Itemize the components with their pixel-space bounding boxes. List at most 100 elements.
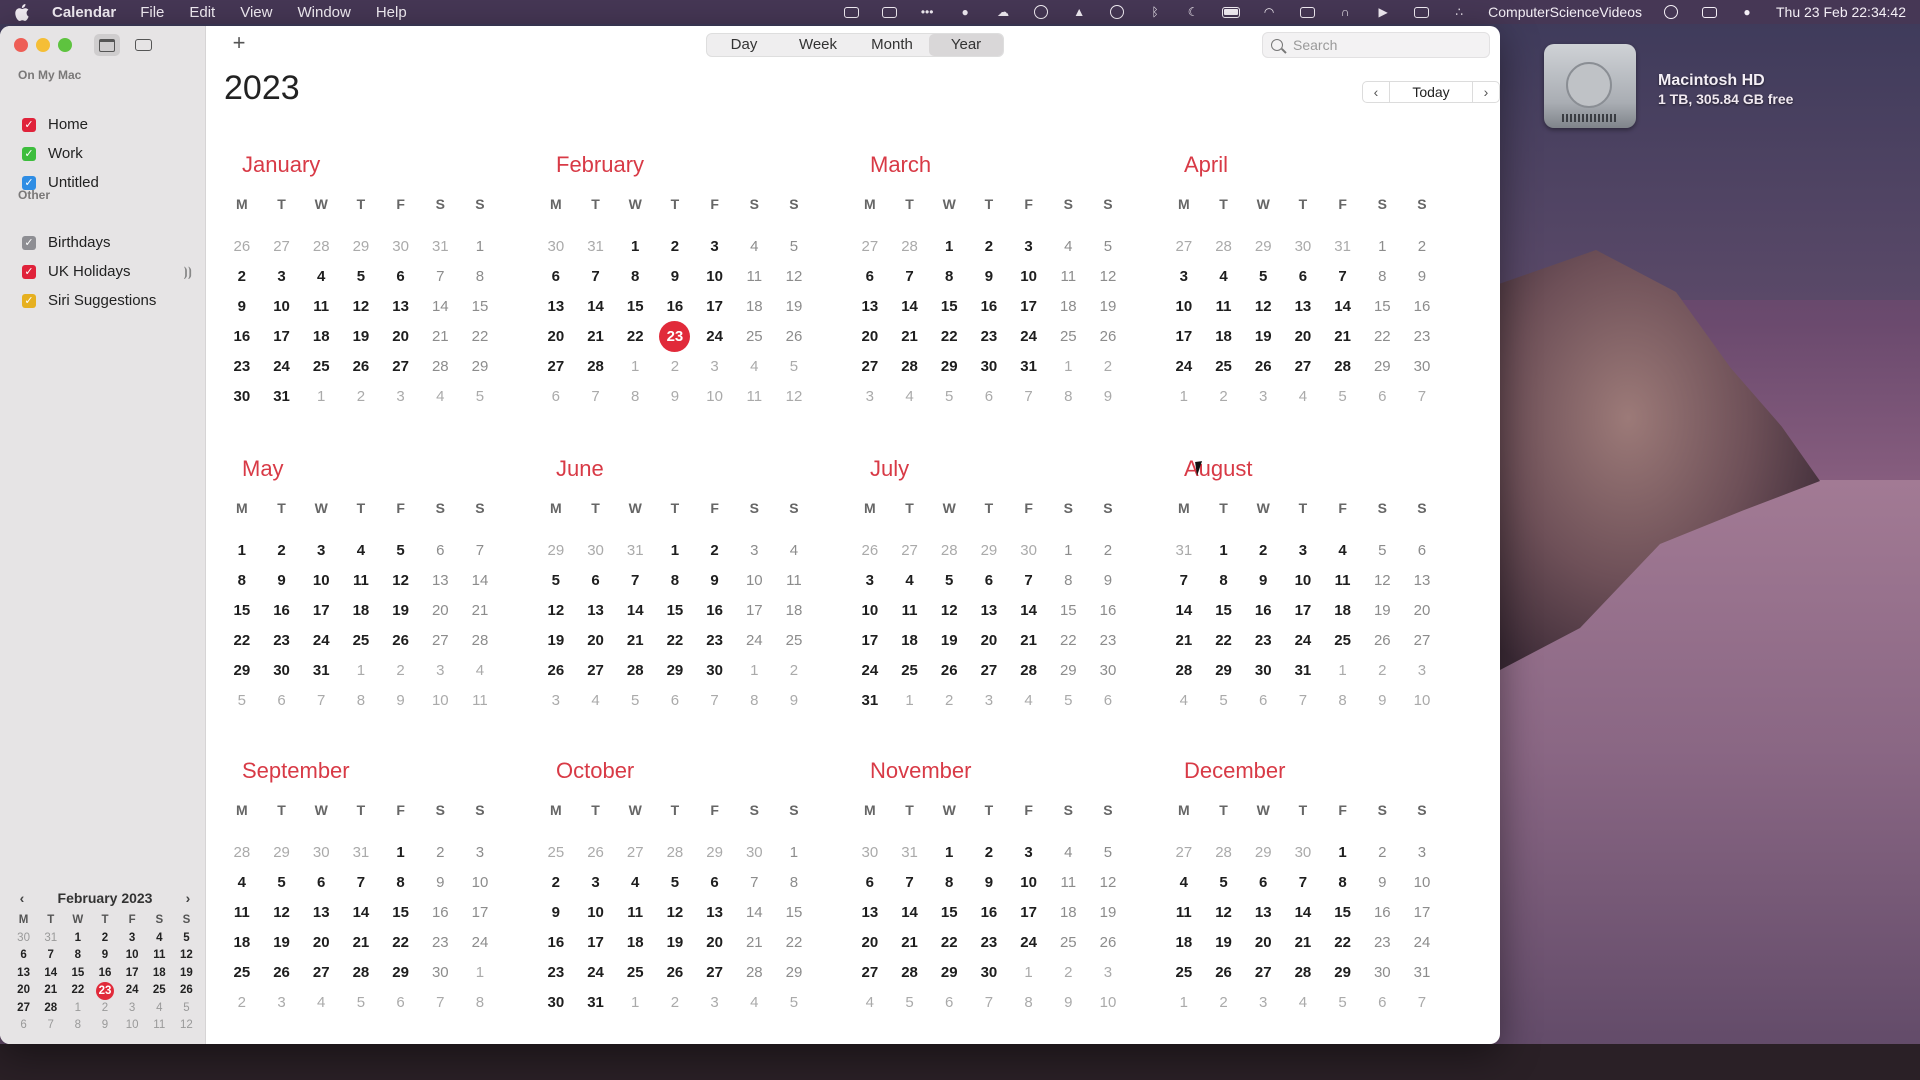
day-cell[interactable]: 3	[1164, 266, 1204, 296]
menu-help[interactable]: Help	[376, 4, 407, 21]
day-cell[interactable]: 3	[460, 842, 500, 872]
day-cell[interactable]: 21	[734, 932, 774, 962]
day-cell[interactable]: 10	[695, 266, 735, 296]
day-cell[interactable]: 19	[929, 630, 969, 660]
day-cell[interactable]: 24	[301, 630, 341, 660]
adjacent-month-day[interactable]: 6	[1088, 690, 1128, 720]
adjacent-month-day[interactable]: 10	[420, 690, 460, 720]
adjacent-month-day[interactable]: 4	[734, 992, 774, 1022]
day-cell[interactable]: 15	[1048, 600, 1088, 630]
adjacent-month-day[interactable]: 2	[655, 356, 695, 386]
day-cell[interactable]: 29	[929, 356, 969, 386]
day-cell[interactable]: 12	[1088, 266, 1128, 296]
day-cell[interactable]: 22	[1323, 932, 1363, 962]
cherry-app-icon[interactable]: ●	[956, 5, 974, 19]
adjacent-month-day[interactable]: 3	[262, 992, 302, 1022]
adjacent-month-day[interactable]: 6	[262, 690, 302, 720]
day-cell[interactable]: 31	[1402, 962, 1442, 992]
day-cell[interactable]: 27	[1243, 962, 1283, 992]
month-name[interactable]: January	[242, 152, 477, 182]
day-cell[interactable]: 30	[1088, 660, 1128, 690]
day-cell[interactable]: 10	[301, 570, 341, 600]
mini-day[interactable]: 12	[173, 1017, 200, 1035]
day-cell[interactable]: 1	[774, 842, 814, 872]
day-cell[interactable]: 13	[850, 902, 890, 932]
day-cell[interactable]: 25	[1204, 356, 1244, 386]
play-icon[interactable]: ▶	[1374, 5, 1392, 19]
hard-disk-icon[interactable]	[1542, 42, 1638, 132]
day-cell[interactable]: 30	[969, 356, 1009, 386]
day-cell[interactable]: 19	[655, 932, 695, 962]
adjacent-month-day[interactable]: 8	[341, 690, 381, 720]
adjacent-month-day[interactable]: 29	[695, 842, 735, 872]
day-cell[interactable]: 13	[1402, 570, 1442, 600]
day-cell[interactable]: 20	[969, 630, 1009, 660]
day-cell[interactable]: 20	[695, 932, 735, 962]
adjacent-month-day[interactable]: 1	[1164, 992, 1204, 1022]
day-cell[interactable]: 13	[301, 902, 341, 932]
minimize-button[interactable]	[36, 38, 50, 52]
spotlight-search-icon[interactable]	[1662, 5, 1680, 19]
day-cell[interactable]: 27	[576, 660, 616, 690]
mini-day[interactable]: 27	[10, 1000, 37, 1018]
day-cell[interactable]: 10	[576, 902, 616, 932]
adjacent-month-day[interactable]: 31	[420, 236, 460, 266]
adjacent-month-day[interactable]: 3	[969, 690, 1009, 720]
day-cell[interactable]: 14	[734, 902, 774, 932]
day-cell[interactable]: 13	[381, 296, 421, 326]
day-cell[interactable]: 21	[890, 932, 930, 962]
day-cell[interactable]: 20	[850, 932, 890, 962]
day-cell[interactable]: 5	[929, 570, 969, 600]
menu-file[interactable]: File	[140, 4, 164, 21]
month-august[interactable]: August M T W T F S S 31 1 2 3 4 5 6 7 8 9 10 11 12 13 14 15 16 17…	[1149, 456, 1431, 709]
day-cell[interactable]: 16	[1088, 600, 1128, 630]
day-cell[interactable]: 25	[222, 962, 262, 992]
day-cell[interactable]: 15	[655, 600, 695, 630]
adjacent-month-day[interactable]: 27	[1164, 236, 1204, 266]
adjacent-month-day[interactable]: 3	[1243, 992, 1283, 1022]
day-cell[interactable]: 1	[1362, 236, 1402, 266]
mini-day[interactable]: 24	[119, 982, 146, 1000]
day-cell[interactable]: 18	[1048, 902, 1088, 932]
day-cell[interactable]: 19	[1088, 296, 1128, 326]
day-cell[interactable]: 16	[1243, 600, 1283, 630]
day-cell[interactable]: 10	[1283, 570, 1323, 600]
day-cell[interactable]: 22	[222, 630, 262, 660]
mini-day[interactable]: 10	[119, 1017, 146, 1035]
mini-day[interactable]: 9	[91, 947, 118, 965]
adjacent-month-day[interactable]: 4	[850, 992, 890, 1022]
day-cell[interactable]: 30	[969, 962, 1009, 992]
day-cell[interactable]: 12	[774, 266, 814, 296]
day-cell[interactable]: 8	[381, 872, 421, 902]
mini-day[interactable]: 28	[37, 1000, 64, 1018]
adjacent-month-day[interactable]: 27	[890, 540, 930, 570]
adjacent-month-day[interactable]: 8	[1048, 386, 1088, 416]
adjacent-month-day[interactable]: 2	[1204, 992, 1244, 1022]
adjacent-month-day[interactable]: 3	[695, 992, 735, 1022]
adjacent-month-day[interactable]: 5	[929, 386, 969, 416]
day-cell[interactable]: 12	[1088, 872, 1128, 902]
calendar-item[interactable]: ✓ Siri Suggestions	[22, 292, 192, 309]
day-cell[interactable]: 31	[850, 690, 890, 720]
day-cell[interactable]: 19	[381, 600, 421, 630]
adjacent-month-day[interactable]: 31	[615, 540, 655, 570]
day-cell[interactable]: 6	[695, 872, 735, 902]
calendar-item[interactable]: ✓ Birthdays	[22, 234, 192, 251]
day-cell[interactable]: 25	[1323, 630, 1363, 660]
day-cell[interactable]: 23	[420, 932, 460, 962]
day-cell[interactable]: 15	[222, 600, 262, 630]
day-cell[interactable]: 6	[1243, 872, 1283, 902]
day-cell[interactable]: 26	[655, 962, 695, 992]
mini-day[interactable]: 14	[37, 965, 64, 983]
day-cell[interactable]: 23	[1088, 630, 1128, 660]
adjacent-month-day[interactable]: 6	[536, 386, 576, 416]
mini-day[interactable]: 3	[119, 930, 146, 948]
day-cell[interactable]: 5	[262, 872, 302, 902]
day-cell[interactable]: 4	[341, 540, 381, 570]
battery-icon[interactable]	[1222, 5, 1241, 19]
day-cell[interactable]: 27	[381, 356, 421, 386]
adjacent-month-day[interactable]: 4	[460, 660, 500, 690]
day-cell[interactable]: 30	[1243, 660, 1283, 690]
adjacent-month-day[interactable]: 9	[1048, 992, 1088, 1022]
day-cell[interactable]: 23	[695, 630, 735, 660]
